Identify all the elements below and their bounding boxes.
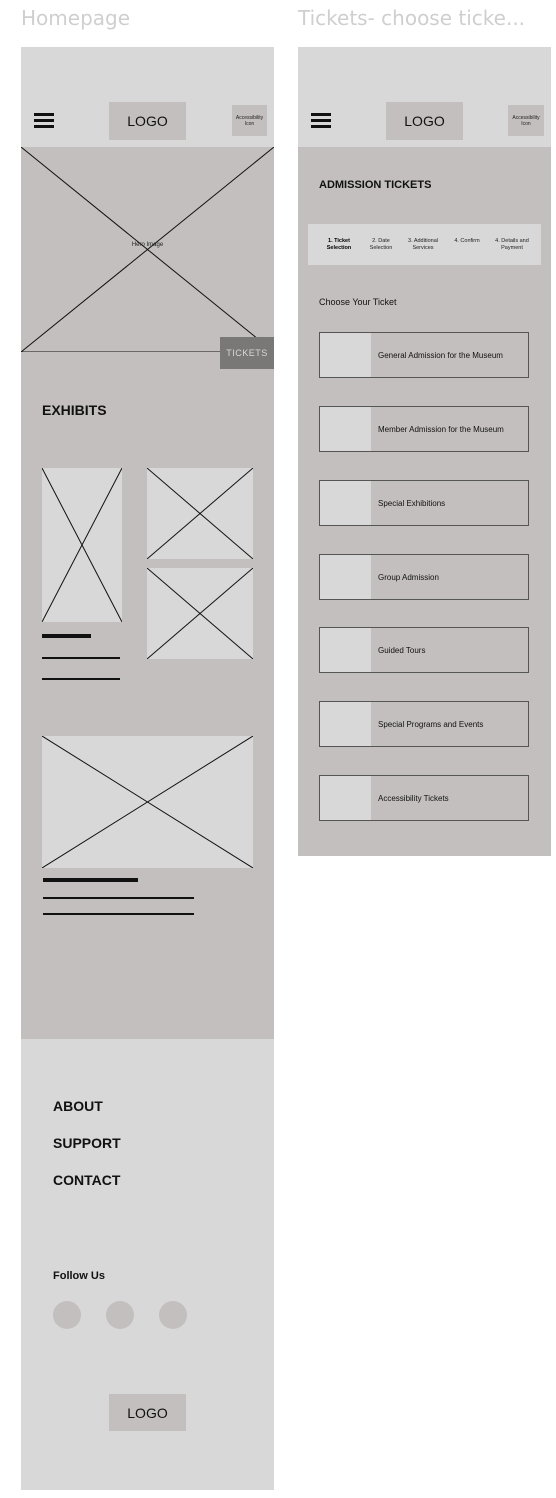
exhibit-image-4[interactable] — [42, 736, 253, 868]
ticket-option-label: Special Programs and Events — [378, 719, 484, 729]
footer-logo[interactable]: LOGO — [109, 1394, 186, 1431]
ticket-option-label: Group Admission — [378, 572, 439, 582]
header-logo[interactable]: LOGO — [109, 102, 186, 140]
hamburger-menu-icon[interactable] — [34, 113, 54, 129]
ticket-option-image — [320, 555, 371, 599]
footer-link-about[interactable]: ABOUT — [53, 1098, 103, 1114]
footer-link-contact[interactable]: CONTACT — [53, 1172, 120, 1188]
follow-us-label: Follow Us — [53, 1270, 105, 1282]
exhibit-1-title-placeholder — [42, 634, 91, 638]
exhibit-4-title-placeholder — [43, 878, 138, 882]
admission-tickets-title: ADMISSION TICKETS — [319, 179, 432, 191]
exhibit-1-text-line — [42, 678, 120, 680]
ticket-option-image — [320, 628, 371, 672]
exhibit-1-text-line — [42, 657, 120, 659]
exhibit-4-text-line — [43, 897, 194, 899]
ticket-option-label: Member Admission for the Museum — [378, 424, 504, 434]
exhibit-image-3[interactable] — [147, 568, 253, 659]
choose-ticket-label: Choose Your Ticket — [319, 297, 397, 307]
homepage-frame-label: Homepage — [21, 6, 131, 30]
ticket-option-guided-tours[interactable]: Guided Tours — [319, 627, 529, 673]
ticket-option-label: Special Exhibitions — [378, 498, 446, 508]
hero-image-placeholder-label: Hero Image — [131, 242, 164, 248]
ticket-option-label: General Admission for the Museum — [378, 350, 503, 360]
tickets-button[interactable]: TICKETS — [220, 337, 274, 369]
hero-image — [21, 147, 274, 352]
social-icon[interactable] — [106, 1301, 134, 1329]
ticket-option-image — [320, 481, 371, 525]
ticket-option-image — [320, 702, 371, 746]
footer-link-support[interactable]: SUPPORT — [53, 1135, 121, 1151]
ticket-option-special-programs[interactable]: Special Programs and Events — [319, 701, 529, 747]
ticket-option-member-admission[interactable]: Member Admission for the Museum — [319, 406, 529, 452]
tickets-frame-label: Tickets- choose ticke... — [298, 6, 526, 30]
ticket-option-general-admission[interactable]: General Admission for the Museum — [319, 332, 529, 378]
accessibility-icon[interactable]: Accessibility Icon — [508, 105, 544, 136]
ticket-option-image — [320, 407, 371, 451]
ticket-option-accessibility-tickets[interactable]: Accessibility Tickets — [319, 775, 529, 821]
ticket-option-special-exhibitions[interactable]: Special Exhibitions — [319, 480, 529, 526]
accessibility-icon[interactable]: Accessibility Icon — [232, 105, 267, 136]
exhibit-image-1[interactable] — [42, 468, 122, 622]
exhibit-image-2[interactable] — [147, 468, 253, 559]
hamburger-menu-icon[interactable] — [311, 113, 331, 129]
step-ticket-selection[interactable]: 1. Ticket Selection — [316, 238, 362, 252]
step-details-and-payment[interactable]: 4. Details and Payment — [487, 238, 537, 252]
exhibit-4-text-line — [43, 913, 194, 915]
social-icon[interactable] — [53, 1301, 81, 1329]
header-logo[interactable]: LOGO — [386, 102, 463, 140]
ticket-option-label: Guided Tours — [378, 645, 426, 655]
step-additional-services[interactable]: 3. Additional Services — [400, 238, 446, 252]
step-date-selection[interactable]: 2. Date Selection — [362, 238, 400, 252]
social-icon[interactable] — [159, 1301, 187, 1329]
ticket-option-image — [320, 776, 371, 820]
ticket-option-group-admission[interactable]: Group Admission — [319, 554, 529, 600]
ticket-option-image — [320, 333, 371, 377]
ticket-option-label: Accessibility Tickets — [378, 793, 449, 803]
exhibits-heading: EXHIBITS — [42, 402, 107, 418]
step-confirm[interactable]: 4. Confirm — [447, 238, 487, 245]
